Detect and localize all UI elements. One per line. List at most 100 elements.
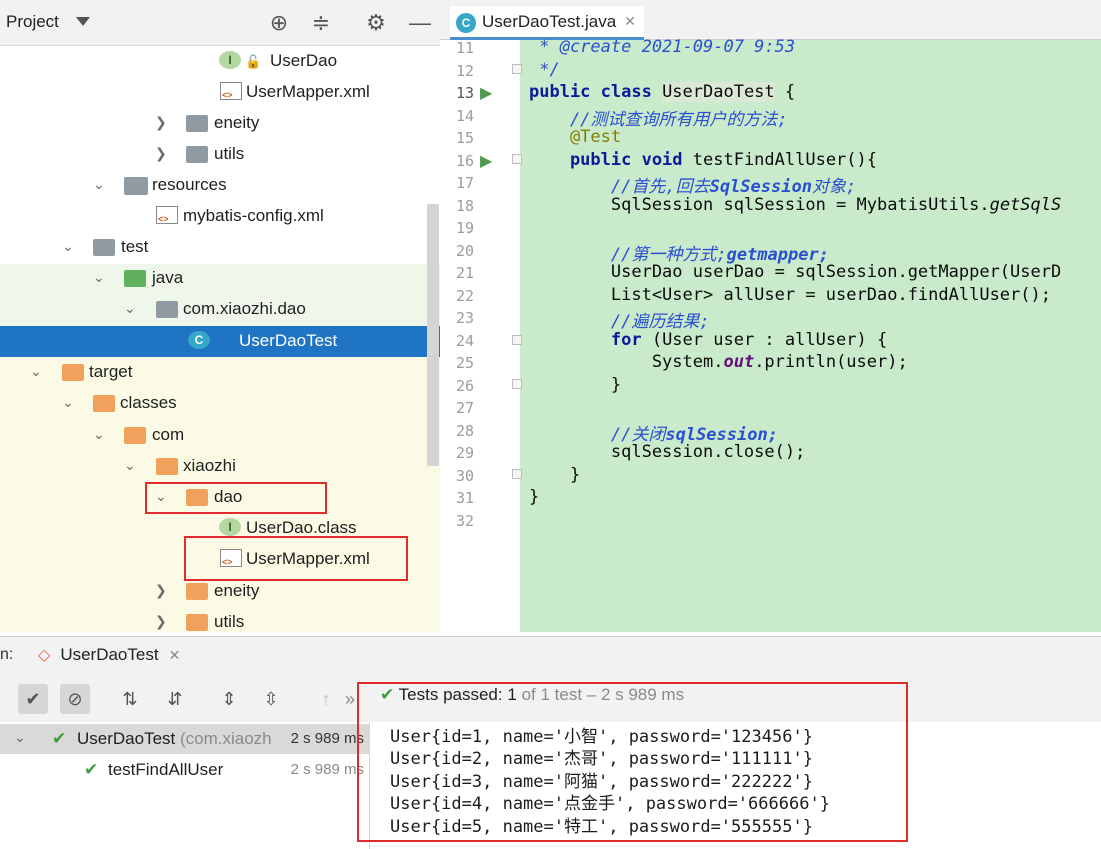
tree-item-eneity[interactable]: ❯ eneity (0, 108, 440, 139)
run-toolbar: ✔ ⊘ ⇅ ⇵ ⇕ ⇳ ↑ » (0, 674, 370, 722)
code-token: SqlSession (709, 177, 812, 197)
chevron-down-icon[interactable]: ⌄ (93, 269, 109, 287)
chevron-right-icon[interactable]: ❯ (155, 613, 171, 631)
chevron-down-icon[interactable]: ⌄ (14, 729, 26, 746)
tree-item-test[interactable]: ⌄ test (0, 232, 440, 263)
line-number: 27 (455, 399, 474, 417)
lock-icon: 🔓 (245, 54, 262, 69)
test-results-tree[interactable]: ⌄ ✔ UserDaoTest (com.xiaozh 2 s 989 ms ✔… (0, 722, 370, 849)
fold-marker-icon[interactable] (512, 64, 522, 74)
code-line: } (529, 375, 622, 395)
code-token: testFindAllUser(){ (692, 150, 877, 170)
code-token: System. (529, 352, 724, 372)
test-row-method[interactable]: ✔ testFindAllUser 2 s 989 ms (0, 755, 370, 785)
code-line: for (User user : allUser) { (529, 330, 887, 350)
line-number: 17 (455, 174, 474, 192)
fold-marker-icon[interactable] (512, 154, 522, 164)
line-number: 31 (455, 489, 474, 507)
chevron-down-icon[interactable]: ⌄ (124, 457, 140, 475)
excluded-folder-icon (186, 614, 208, 631)
chevron-down-icon[interactable] (76, 17, 90, 26)
tree-item-classes[interactable]: ⌄ classes (0, 388, 440, 419)
fold-marker-icon[interactable] (512, 379, 522, 389)
tree-item-label: UserMapper.xml (246, 82, 370, 101)
folder-icon (93, 239, 115, 256)
resources-folder-icon (124, 177, 148, 195)
tree-item-label: eneity (214, 113, 260, 132)
show-passed-icon[interactable]: ✔ (18, 684, 48, 714)
tree-item-utils-target[interactable]: ❯ utils (0, 607, 440, 632)
close-icon[interactable]: ✕ (169, 647, 181, 664)
line-number: 13 (455, 84, 474, 102)
tree-item-resources[interactable]: ⌄ resources (0, 170, 440, 201)
tree-item-utils[interactable]: ❯ utils (0, 139, 440, 170)
run-class-icon[interactable]: ▶ (480, 83, 492, 103)
excluded-folder-icon (62, 364, 84, 381)
code-token: //首先,回去 (529, 177, 710, 197)
tree-item-label: com (152, 425, 185, 444)
fold-marker-icon[interactable] (512, 469, 522, 479)
tree-scrollbar[interactable] (427, 204, 439, 466)
tree-item-label: classes (120, 393, 177, 412)
code-token: 对象; (811, 177, 857, 197)
chevron-right-icon[interactable]: ❯ (155, 145, 171, 163)
test-passed-icon: ✔ (52, 729, 67, 748)
annotation-box-dao (145, 482, 327, 514)
class-icon: C (456, 13, 476, 33)
gear-icon[interactable]: ⚙ (364, 10, 388, 35)
tree-item-usermapper-xml[interactable]: UserMapper.xml (0, 77, 440, 108)
tree-item-xiaozhi[interactable]: ⌄ xiaozhi (0, 451, 440, 482)
chevron-down-icon[interactable]: ⌄ (62, 394, 78, 412)
line-number: 12 (455, 62, 474, 80)
line-number: 24 (455, 332, 474, 350)
tree-item-userdaotest[interactable]: C UserDaoTest (0, 326, 440, 357)
run-panel-header: n: ◇ UserDaoTest ✕ (0, 636, 1101, 674)
tree-item-userdao[interactable]: I 🔓 UserDao (0, 46, 440, 77)
chevron-down-icon[interactable]: ⌄ (93, 426, 109, 444)
code-token: public class (529, 82, 663, 102)
tree-item-label: UserDao.class (246, 518, 357, 537)
run-test-icon[interactable]: ▶ (480, 151, 492, 171)
tree-item-com[interactable]: ⌄ com (0, 420, 440, 451)
line-number: 23 (455, 309, 474, 327)
tree-item-com-xiaozhi-dao[interactable]: ⌄ com.xiaozhi.dao (0, 294, 440, 325)
code-line: } (529, 487, 540, 507)
editor-tab-userdaotest[interactable]: C UserDaoTest.java ✕ (450, 6, 644, 40)
sort-by-duration-icon[interactable]: ⇵ (160, 684, 190, 714)
test-duration: 2 s 989 ms (290, 761, 364, 778)
line-number: 26 (455, 377, 474, 395)
chevron-down-icon[interactable]: ⌄ (93, 176, 109, 194)
chevron-right-icon[interactable]: ❯ (155, 582, 171, 600)
fold-marker-icon[interactable] (512, 335, 522, 345)
code-token: SqlSession sqlSession = MybatisUtils. (529, 195, 990, 215)
tree-item-java[interactable]: ⌄ java (0, 263, 440, 294)
chevron-down-icon[interactable]: ⌄ (124, 300, 140, 318)
code-token: UserDaoTest (662, 82, 775, 102)
tree-item-mybatis-config[interactable]: mybatis-config.xml (0, 201, 440, 232)
close-icon[interactable]: ✕ (624, 13, 636, 30)
chevron-right-icon[interactable]: ❯ (155, 114, 171, 132)
line-number: 32 (455, 512, 474, 530)
show-ignored-icon[interactable]: ⊘ (60, 684, 90, 714)
tree-item-target[interactable]: ⌄ target (0, 357, 440, 388)
collapse-all-icon[interactable]: ⇳ (256, 684, 286, 714)
previous-test-icon[interactable]: ↑ (311, 684, 341, 714)
line-number: 19 (455, 219, 474, 237)
sort-alphabetically-icon[interactable]: ⇅ (115, 684, 145, 714)
editor-tab-label: UserDaoTest.java (482, 11, 617, 31)
code-token: .println(user); (754, 352, 908, 372)
locate-icon[interactable]: ⊕ (267, 10, 291, 35)
test-row-class[interactable]: ⌄ ✔ UserDaoTest (com.xiaozh 2 s 989 ms (0, 724, 370, 754)
expand-all-icon[interactable]: ⇕ (214, 684, 244, 714)
code-line: public class UserDaoTest { (529, 82, 795, 102)
tree-item-label: utils (214, 144, 245, 163)
chevron-down-icon[interactable]: ⌄ (62, 238, 78, 256)
project-panel-title[interactable]: Project (6, 12, 59, 32)
code-line: System.out.println(user); (529, 352, 908, 372)
chevron-down-icon[interactable]: ⌄ (30, 363, 46, 381)
tree-item-label: java (152, 268, 184, 287)
run-tab-userdaotest[interactable]: ◇ UserDaoTest ✕ (38, 645, 180, 665)
minimize-icon[interactable]: — (408, 10, 432, 35)
test-source-folder-icon (124, 270, 146, 287)
collapse-all-icon[interactable]: ≑ (309, 10, 333, 35)
